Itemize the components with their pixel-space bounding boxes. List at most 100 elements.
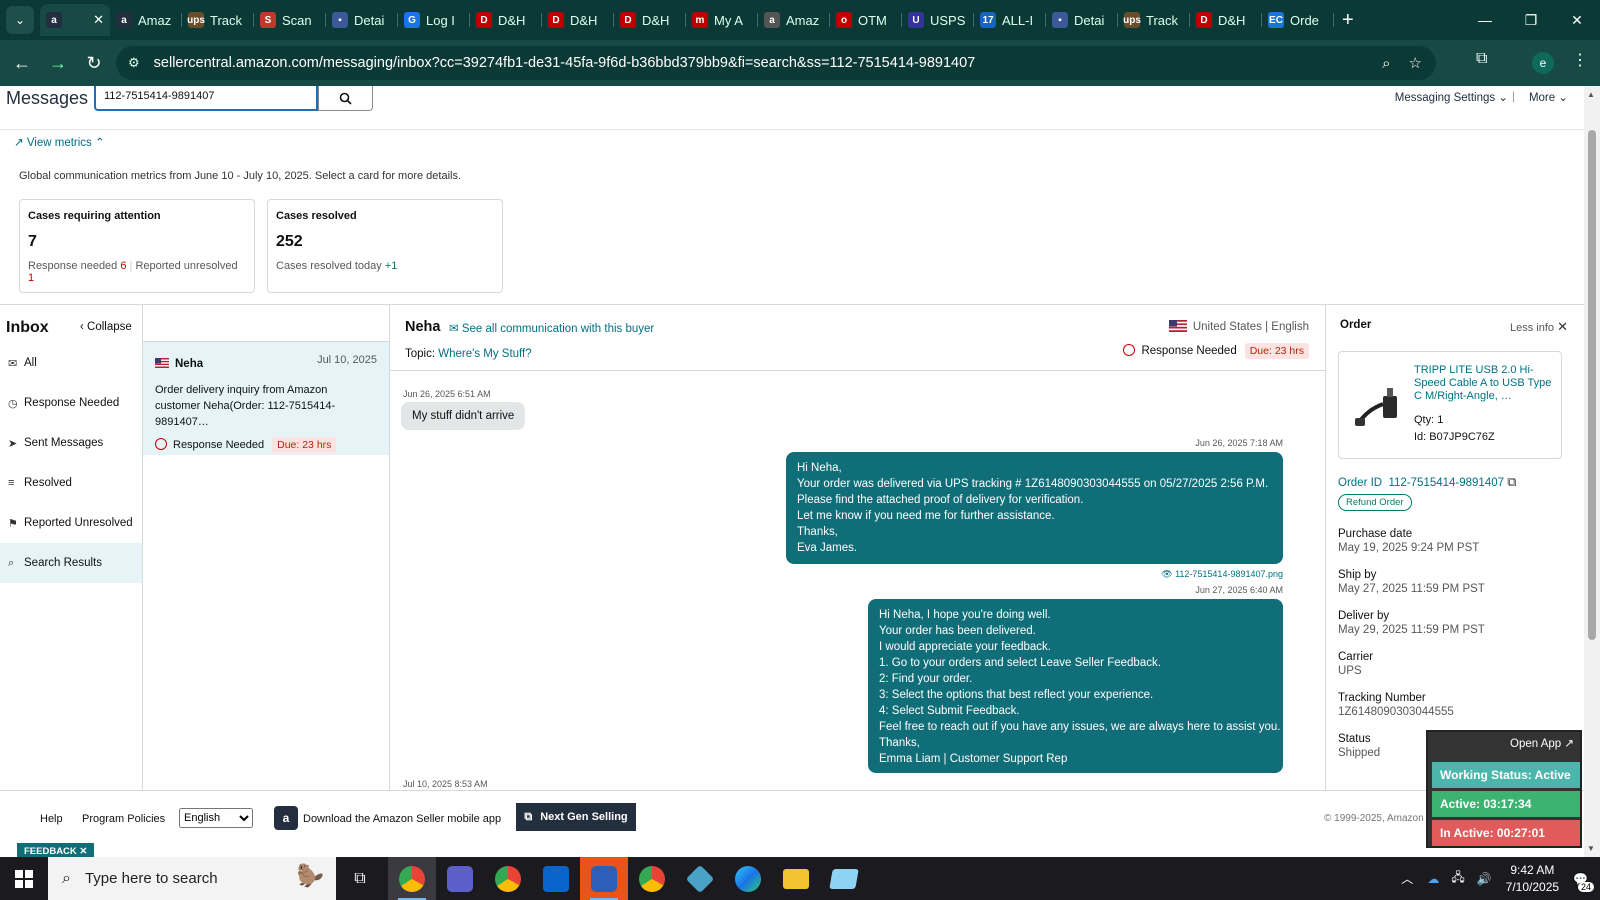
site-info-icon[interactable]: ⚙ xyxy=(128,55,140,71)
edge-taskbar-icon[interactable] xyxy=(724,857,772,900)
topic-link[interactable]: Where's My Stuff? xyxy=(438,348,531,360)
taskbar-search[interactable]: ⌕ Type here to search 🦫 xyxy=(48,857,336,900)
sidebar-item-sent-messages[interactable]: ➤ Sent Messages xyxy=(0,423,142,463)
search-button[interactable] xyxy=(318,86,373,111)
mobile-app-link[interactable]: Download the Amazon Seller mobile app xyxy=(303,813,501,825)
url-text[interactable]: sellercentral.amazon.com/messaging/inbox… xyxy=(154,55,976,71)
sidebar-item-reported-unresolved[interactable]: ⚑ Reported Unresolved xyxy=(0,503,142,543)
browser-tab[interactable]: 17 ALL-I xyxy=(974,4,1046,36)
order-search-input[interactable]: 112-7515414-9891407 xyxy=(94,86,318,111)
sidebar-item-response-needed[interactable]: ◷ Response Needed xyxy=(0,383,142,423)
chrome-alt-taskbar-icon[interactable] xyxy=(628,857,676,900)
minimize-button[interactable]: — xyxy=(1462,0,1508,40)
app-taskbar-icon[interactable] xyxy=(676,857,724,900)
cases-requiring-attention-card[interactable]: Cases requiring attention 7 Response nee… xyxy=(19,199,255,293)
volume-icon[interactable]: 🔊 xyxy=(1477,872,1492,886)
card-title: Cases requiring attention xyxy=(28,210,161,222)
sidebar-item-search-results[interactable]: ⌕ Search Results xyxy=(0,543,142,583)
new-tab-button[interactable]: + xyxy=(1342,9,1354,32)
open-app-button[interactable]: Open App ↗ xyxy=(1510,736,1574,750)
attachment-link[interactable]: 👁 112-7515414-9891407.png xyxy=(1161,569,1283,580)
field-value: May 19, 2025 9:24 PM PST xyxy=(1338,542,1480,554)
browser-tab[interactable]: D D&H xyxy=(1190,4,1262,36)
scroll-up-arrow-icon[interactable]: ▲ xyxy=(1587,90,1595,99)
sidebar-item-label: Reported Unresolved xyxy=(24,517,133,529)
taskbar-clock[interactable]: 9:42 AM 7/10/2025 xyxy=(1506,862,1559,896)
refund-order-button[interactable]: Refund Order xyxy=(1338,494,1412,511)
language-select[interactable]: English xyxy=(179,808,253,828)
file-explorer-taskbar-icon[interactable] xyxy=(772,857,820,900)
forward-button[interactable]: → xyxy=(40,53,76,74)
less-info-button[interactable]: Less info ✕ xyxy=(1510,319,1568,335)
notes-taskbar-icon[interactable] xyxy=(820,857,868,900)
feedback-tab[interactable]: FEEDBACK ✕ xyxy=(17,843,95,857)
browser-tab[interactable]: U USPS xyxy=(902,4,974,36)
chrome-taskbar-icon[interactable] xyxy=(388,857,436,900)
tab-separator xyxy=(1333,13,1334,27)
browser-tab[interactable]: D D&H xyxy=(614,4,686,36)
see-all-communication-link[interactable]: ✉ See all communication with this buyer xyxy=(449,321,654,335)
browser-tab[interactable]: S Scan xyxy=(254,4,326,36)
reload-button[interactable]: ↻ xyxy=(76,53,112,74)
program-policies-link[interactable]: Program Policies xyxy=(82,813,165,825)
view-metrics-toggle[interactable]: ↗ View metrics ⌃ xyxy=(14,135,105,149)
close-tab-icon[interactable]: ✕ xyxy=(93,12,104,28)
order-id-label: Order ID xyxy=(1338,477,1383,489)
show-hidden-icons[interactable]: ︿ xyxy=(1401,870,1413,887)
page-scrollbar[interactable]: ▲ ▼ xyxy=(1584,86,1600,857)
order-id-link[interactable]: 112-7515414-9891407 xyxy=(1388,477,1504,489)
product-title-link[interactable]: TRIPP LITE USB 2.0 Hi-Speed Cable A to U… xyxy=(1414,364,1554,403)
browser-tab[interactable]: G Log I xyxy=(398,4,470,36)
browser-tab[interactable]: a ✕ xyxy=(40,4,110,36)
browser-tab[interactable]: o OTM xyxy=(830,4,902,36)
sidebar-item-all[interactable]: ✉ All xyxy=(0,343,142,383)
next-gen-selling-button[interactable]: ⧉ Next Gen Selling xyxy=(516,803,636,831)
zoom-icon[interactable]: ⌕ xyxy=(1382,55,1390,72)
omnibox[interactable]: ⚙ sellercentral.amazon.com/messaging/inb… xyxy=(116,46,1436,80)
more-dropdown[interactable]: More ⌄ xyxy=(1529,90,1568,104)
browser-tab[interactable]: a Amaz xyxy=(758,4,830,36)
browser-tab[interactable]: EC Orde xyxy=(1262,4,1334,36)
us-flag-icon xyxy=(1168,320,1187,332)
message-line: 2: Find your order. xyxy=(879,673,973,685)
restore-button[interactable]: ❐ xyxy=(1508,0,1554,40)
search-icon: ⌕ xyxy=(8,556,15,569)
sidebar-item-resolved[interactable]: ≡ Resolved xyxy=(0,463,142,503)
browser-tab[interactable]: ups Track xyxy=(182,4,254,36)
browser-tab[interactable]: ▪ Detai xyxy=(1046,4,1118,36)
back-button[interactable]: ← xyxy=(4,53,40,74)
profile-avatar[interactable]: e xyxy=(1532,52,1554,74)
outlook-taskbar-icon[interactable] xyxy=(532,857,580,900)
browser-tab[interactable]: m My A xyxy=(686,4,758,36)
task-view-icon[interactable]: ⧉ xyxy=(336,857,384,900)
close-window-button[interactable]: ✕ xyxy=(1554,0,1600,40)
teams-taskbar-icon[interactable] xyxy=(436,857,484,900)
network-icon[interactable]: 🖧 xyxy=(1451,868,1464,889)
browser-tab[interactable]: ups Track xyxy=(1118,4,1190,36)
search-icon: ⌕ xyxy=(62,869,71,887)
browser-menu-icon[interactable]: ⋮ xyxy=(1572,50,1588,70)
buyer-message: My stuff didn't arrive xyxy=(401,402,526,430)
zoho-taskbar-icon[interactable] xyxy=(580,857,628,900)
notification-center-icon[interactable]: 💬 24 xyxy=(1573,872,1594,892)
tab-search-button[interactable]: ⌄ xyxy=(6,6,34,34)
bookmark-star-icon[interactable]: ☆ xyxy=(1409,54,1422,72)
messaging-settings-dropdown[interactable]: Messaging Settings ⌄ xyxy=(1395,90,1508,104)
start-button[interactable] xyxy=(0,857,48,900)
browser-tab[interactable]: ▪ Detai xyxy=(326,4,398,36)
scroll-down-arrow-icon[interactable]: ▼ xyxy=(1587,844,1595,853)
collapse-button[interactable]: ‹ Collapse xyxy=(80,321,132,333)
chrome-profile-taskbar-icon[interactable] xyxy=(484,857,532,900)
browser-tab[interactable]: D D&H xyxy=(470,4,542,36)
topic: Topic: Where's My Stuff? xyxy=(405,348,532,360)
onedrive-icon[interactable]: ☁ xyxy=(1427,872,1439,886)
tab-favicon-icon: a xyxy=(46,12,62,28)
extensions-icon[interactable]: ⧉ xyxy=(1476,50,1487,68)
help-link[interactable]: Help xyxy=(40,813,63,825)
browser-tab[interactable]: a Amaz xyxy=(110,4,182,36)
browser-tab[interactable]: D D&H xyxy=(542,4,614,36)
scrollbar-thumb[interactable] xyxy=(1588,130,1596,640)
list-item[interactable]: Neha Jul 10, 2025 Order delivery inquiry… xyxy=(143,341,389,455)
copy-icon[interactable]: ⧉ xyxy=(1507,474,1516,489)
cases-resolved-card[interactable]: Cases resolved 252 Cases resolved today … xyxy=(267,199,503,293)
